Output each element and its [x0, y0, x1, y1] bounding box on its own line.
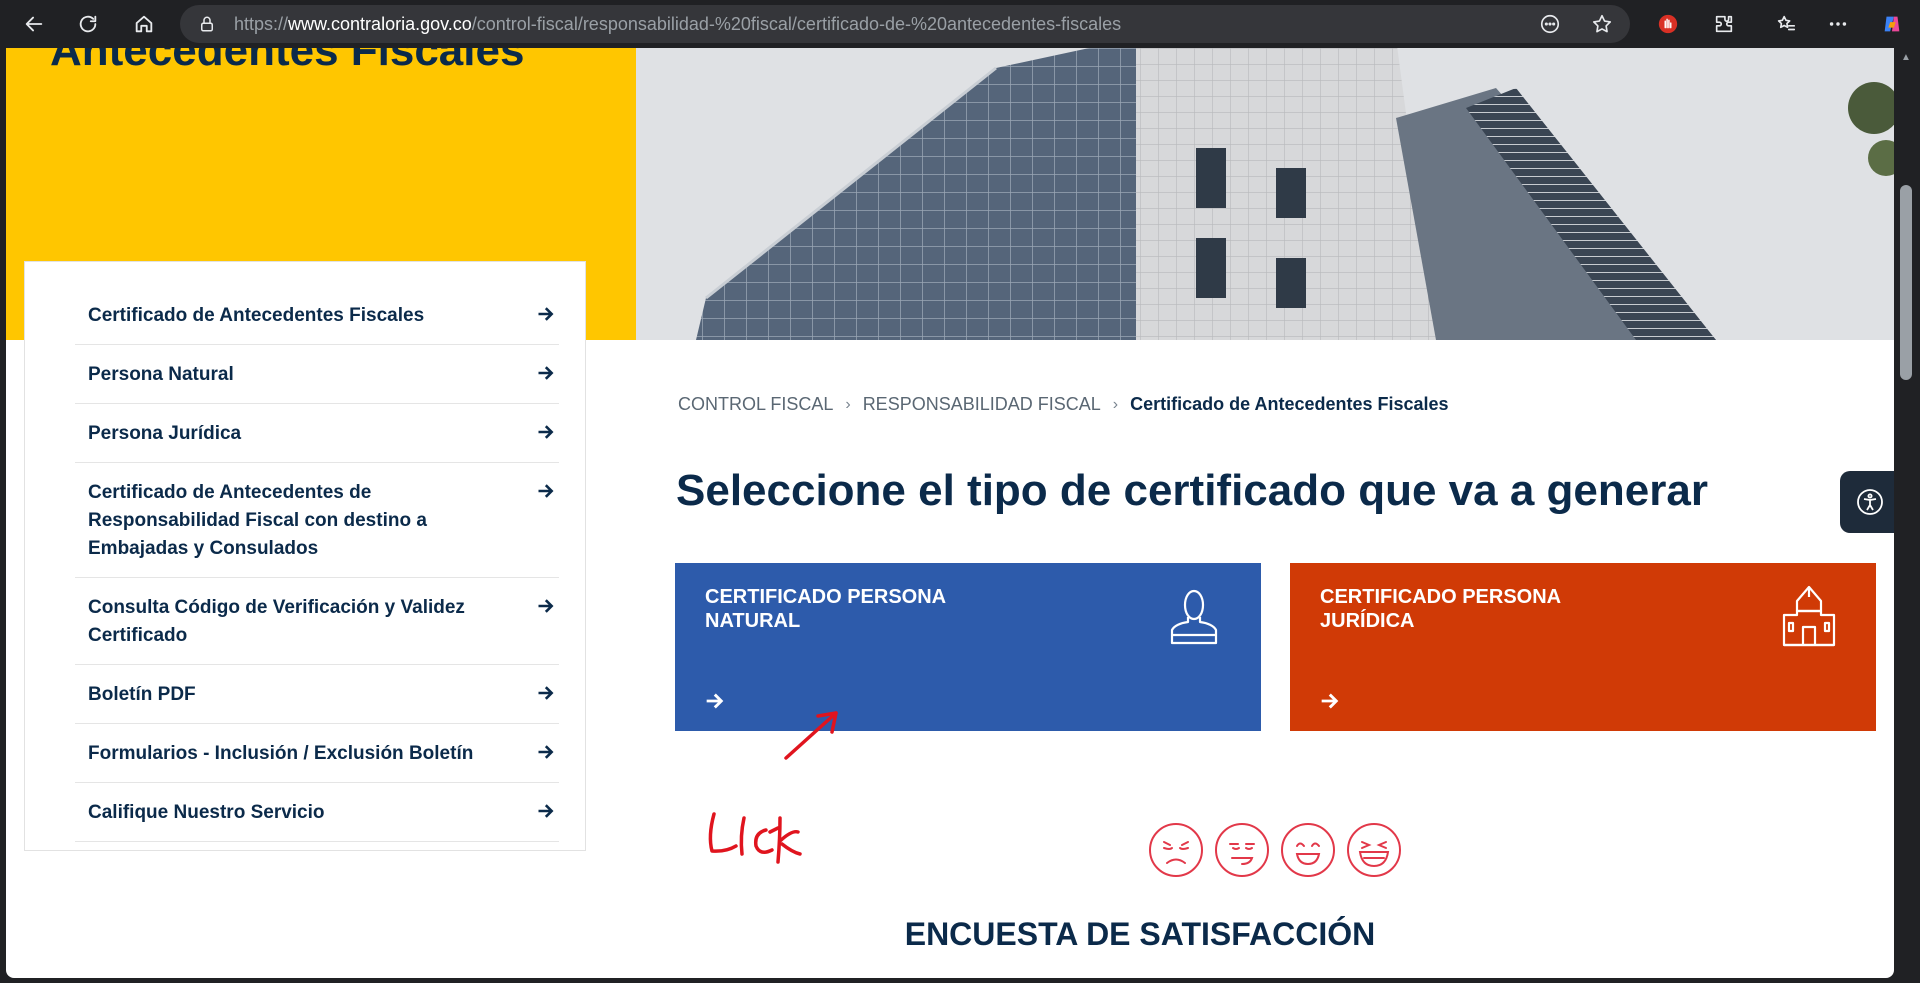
copilot-icon[interactable]: [1880, 12, 1904, 36]
menu-item-boletin-pdf[interactable]: Boletín PDF: [75, 665, 559, 724]
chevron-right-icon: ›: [845, 395, 851, 413]
menu-item-persona-natural[interactable]: Persona Natural: [75, 345, 559, 404]
arrow-right-icon: [537, 481, 555, 499]
menu-item-codigo-verificacion[interactable]: Consulta Código de Verificación y Valide…: [75, 578, 559, 665]
reading-mode-icon[interactable]: [1538, 12, 1562, 36]
menu-item-embajadas-consulados[interactable]: Certificado de Antecedentes de Responsab…: [75, 463, 559, 578]
favorite-star-icon[interactable]: [1590, 12, 1614, 36]
certificado-persona-juridica-card[interactable]: CERTIFICADO PERSONA JURÍDICA: [1290, 563, 1876, 731]
url-host: www.contraloria.gov.co: [288, 13, 472, 34]
breadcrumb-responsabilidad-fiscal[interactable]: RESPONSABILIDAD FISCAL: [863, 394, 1101, 415]
breadcrumb-current: Certificado de Antecedentes Fiscales: [1130, 394, 1449, 414]
arrow-right-icon: [537, 363, 555, 381]
favorites-icon[interactable]: [1774, 12, 1798, 36]
person-icon: [1161, 583, 1227, 649]
side-menu: Certificado de Antecedentes Fiscales Per…: [24, 261, 586, 851]
click-annotation: [696, 708, 896, 908]
menu-item-label: Certificado de Antecedentes de Responsab…: [88, 482, 427, 559]
happy-face-icon[interactable]: [1280, 822, 1336, 878]
building-icon: [1776, 583, 1842, 649]
arrow-right-icon: [537, 596, 555, 614]
lock-icon[interactable]: [198, 15, 216, 33]
page-viewport: Antecedentes Fiscales Certificado de Ant…: [6, 48, 1894, 978]
breadcrumb: CONTROL FISCAL › RESPONSABILIDAD FISCAL …: [678, 394, 1449, 415]
back-icon[interactable]: [18, 8, 50, 40]
scrollbar-thumb[interactable]: [1900, 185, 1912, 380]
arrow-right-icon: [537, 304, 555, 322]
accessibility-icon: [1857, 489, 1883, 515]
adblock-extension-icon[interactable]: [1656, 12, 1680, 36]
hero-title: Antecedentes Fiscales: [50, 48, 525, 75]
menu-item-persona-juridica[interactable]: Persona Jurídica: [75, 404, 559, 463]
hero-building-photo: [636, 48, 1894, 340]
accessibility-button[interactable]: [1840, 471, 1894, 533]
laughing-face-icon[interactable]: [1346, 822, 1402, 878]
arrow-right-icon: [537, 683, 555, 701]
certificado-persona-natural-card[interactable]: CERTIFICADO PERSONA NATURAL: [675, 563, 1261, 731]
url-prefix: https://: [234, 13, 289, 34]
menu-item-label: Boletín PDF: [88, 684, 196, 705]
survey-title: ENCUESTA DE SATISFACCIÓN: [904, 916, 1376, 952]
extensions-icon[interactable]: [1712, 12, 1736, 36]
more-options-icon[interactable]: [1826, 12, 1850, 36]
menu-item-label: Califique Nuestro Servicio: [88, 802, 325, 823]
breadcrumb-control-fiscal[interactable]: CONTROL FISCAL: [678, 394, 833, 415]
browser-toolbar: https://www.contraloria.gov.co/control-f…: [0, 0, 1920, 48]
arrow-right-icon: [1320, 691, 1340, 711]
menu-item-label: Persona Jurídica: [88, 423, 242, 444]
menu-item-label: Persona Natural: [88, 364, 234, 385]
menu-item-label: Consulta Código de Verificación y Valide…: [88, 597, 465, 646]
arrow-right-icon: [537, 422, 555, 440]
menu-item-label: Formularios - Inclusión / Exclusión Bole…: [88, 743, 474, 764]
scroll-up-arrow-icon[interactable]: ▲: [1900, 52, 1912, 63]
neutral-face-icon[interactable]: [1214, 822, 1270, 878]
satisfaction-faces: [1148, 822, 1402, 878]
arrow-right-icon: [537, 801, 555, 819]
chevron-right-icon: ›: [1112, 395, 1119, 413]
home-icon[interactable]: [128, 8, 160, 40]
sad-face-icon[interactable]: [1148, 822, 1204, 878]
reload-icon[interactable]: [72, 8, 104, 40]
card-title: CERTIFICADO PERSONA NATURAL: [705, 586, 946, 632]
address-bar[interactable]: https://www.contraloria.gov.co/control-f…: [180, 5, 1630, 43]
page-title: Seleccione el tipo de certificado que va…: [676, 466, 1708, 515]
menu-item-formularios[interactable]: Formularios - Inclusión / Exclusión Bole…: [75, 724, 559, 783]
menu-item-certificado-antecedentes[interactable]: Certificado de Antecedentes Fiscales: [75, 286, 559, 345]
url-path: /control-fiscal/responsabilidad-%20fisca…: [471, 13, 1122, 34]
menu-item-label: Certificado de Antecedentes Fiscales: [88, 305, 425, 326]
arrow-right-icon: [537, 742, 555, 760]
menu-item-califique-servicio[interactable]: Califique Nuestro Servicio: [75, 783, 559, 842]
url-text[interactable]: https://www.contraloria.gov.co/control-f…: [234, 14, 1121, 35]
card-title: CERTIFICADO PERSONA JURÍDICA: [1320, 586, 1561, 632]
